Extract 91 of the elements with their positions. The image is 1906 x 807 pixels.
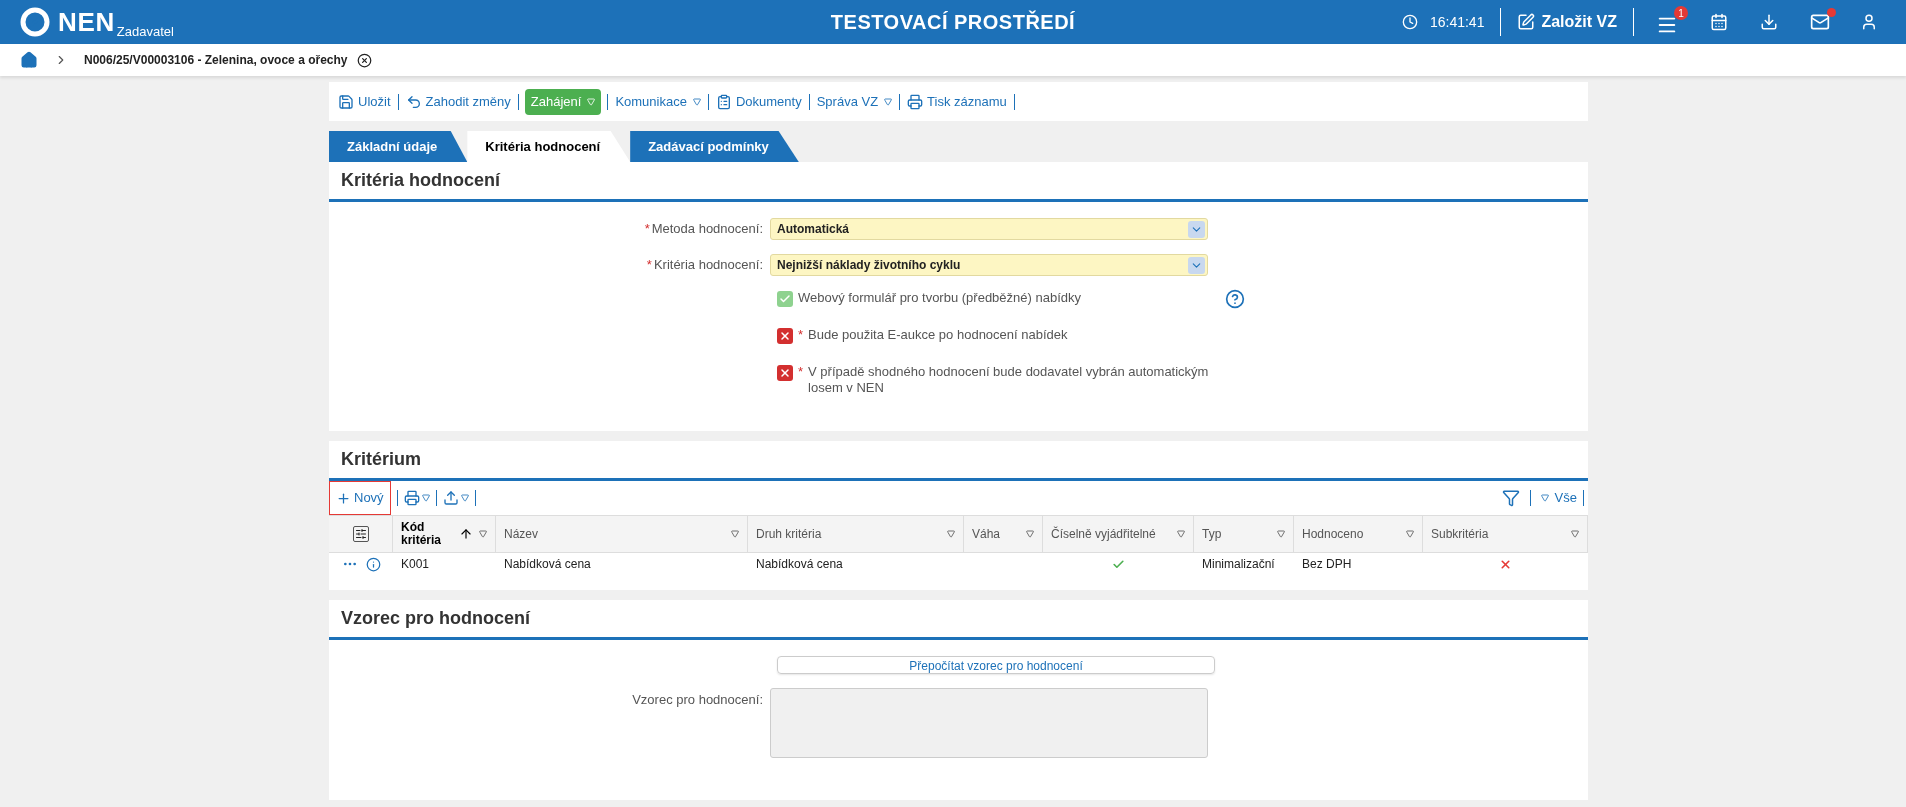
required-mark: * <box>798 327 804 343</box>
print-menu-button[interactable] <box>403 490 430 506</box>
dropdown-caret-icon <box>692 97 701 106</box>
table-cell-text: Nabídková cena <box>755 556 844 573</box>
toolbar-item-icon <box>405 93 422 110</box>
tab[interactable]: Kritéria hodnocení <box>467 131 631 162</box>
edit-icon <box>1517 13 1536 31</box>
chevron-down-icon <box>1188 220 1205 238</box>
dropdown-caret-icon <box>947 530 955 538</box>
new-button[interactable]: Nový <box>329 481 391 515</box>
plus-icon <box>336 490 351 506</box>
help-icon[interactable] <box>1225 289 1245 309</box>
required-mark: * <box>644 220 650 239</box>
formula-field[interactable] <box>770 687 1208 758</box>
tab[interactable]: Zadávací podmínky <box>630 131 799 162</box>
chevron-down-icon <box>1188 256 1205 274</box>
field-label: Metoda hodnocení: <box>651 220 763 239</box>
filter-icon[interactable] <box>1501 489 1520 507</box>
toolbar-item-icon <box>715 93 732 110</box>
logo-text: NEN <box>58 7 115 37</box>
required-mark: * <box>646 256 652 275</box>
mail-icon <box>1810 12 1830 32</box>
sort-arrow-icon <box>459 527 473 541</box>
toolbar-button[interactable]: Zahájení <box>524 88 602 115</box>
environment-title: TESTOVACÍ PROSTŘEDÍ <box>830 9 1076 35</box>
toolbar-item-icon <box>338 93 354 110</box>
select-value: Nejnižší náklady životního cyklu <box>777 257 961 274</box>
column-header[interactable]: Hodnoceno <box>1294 516 1423 552</box>
column-header[interactable]: Typ <box>1194 516 1294 552</box>
dropdown-caret-icon <box>1026 530 1034 538</box>
filter-all-button[interactable]: Vše <box>1540 488 1577 508</box>
field-label: Kritéria hodnocení: <box>653 256 763 275</box>
column-header[interactable]: Číselně vyjádřitelné <box>1043 516 1194 552</box>
home-icon[interactable] <box>20 51 38 69</box>
dropdown-caret-icon <box>884 97 893 106</box>
close-icon[interactable] <box>357 52 373 68</box>
calendar-icon <box>1710 13 1728 31</box>
breadcrumb-text[interactable]: N006/25/V00003106 - Zelenina, ovoce a ořechy <box>84 51 348 69</box>
recalculate-button[interactable]: Přepočítat vzorec pro hodnocení <box>777 656 1215 674</box>
option-label: V případě shodného hodnocení bude dodavatel vybrán automatickým losem v NEN <box>808 364 1210 396</box>
toolbar-button[interactable]: Dokumenty <box>714 88 803 115</box>
select-field[interactable]: Automatická <box>770 218 1208 240</box>
panel-title: Vzorec pro hodnocení <box>341 607 531 630</box>
column-header[interactable]: Váha <box>964 516 1043 552</box>
select-value: Automatická <box>777 221 850 238</box>
table-cell-text: Nabídková cena <box>503 556 592 573</box>
menu-button[interactable]: 1 <box>1650 6 1688 38</box>
column-header[interactable]: Kód kritéria <box>393 516 496 552</box>
dropdown-caret-icon <box>1177 530 1185 538</box>
toolbar-item-icon <box>907 93 924 110</box>
dropdown-caret-icon <box>460 494 469 502</box>
table-cell-text: Bez DPH <box>1301 556 1353 573</box>
dropdown-caret-icon <box>479 530 487 538</box>
info-icon[interactable] <box>365 556 381 572</box>
logo-ring-icon <box>20 7 50 37</box>
field-label: Vzorec pro hodnocení: <box>632 690 763 709</box>
printer-icon <box>403 490 420 506</box>
select-field[interactable]: Nejnižší náklady životního cyklu <box>770 254 1208 276</box>
required-mark: * <box>798 364 804 380</box>
table-cell-text: Minimalizační <box>1201 556 1276 573</box>
column-header[interactable]: Druh kritéria <box>748 516 964 552</box>
panel-title: Kritérium <box>341 448 421 471</box>
create-button[interactable]: Založit VZ <box>1517 10 1617 34</box>
clock-time: 16:41:41 <box>1429 12 1485 32</box>
dropdown-caret-icon <box>1571 530 1579 538</box>
download-icon <box>1760 13 1778 31</box>
share-icon <box>442 490 459 506</box>
dropdown-caret-icon <box>731 530 739 538</box>
notification-badge: 1 <box>1674 6 1688 20</box>
dropdown-caret-icon <box>1406 530 1414 538</box>
tab[interactable]: Základní údaje <box>329 131 468 162</box>
user-icon <box>1860 13 1878 31</box>
column-header[interactable]: Subkritéria <box>1423 516 1588 552</box>
toolbar-button[interactable]: Uložit <box>337 88 392 115</box>
option-label: Webový formulář pro tvorbu (předběžné) nabídky <box>798 290 1082 306</box>
panel-title: Kritéria hodnocení <box>341 169 501 192</box>
logo-subtitle: Zadavatel <box>116 22 174 41</box>
toolbar-button[interactable]: Komunikace <box>614 88 702 115</box>
dropdown-caret-icon <box>1277 530 1285 538</box>
option-label: Bude použita E-aukce po hodnocení nabídek <box>808 327 1069 343</box>
toolbar-button[interactable]: Zahodit změny <box>404 88 512 115</box>
column-header[interactable]: Název <box>496 516 748 552</box>
table-cell-text: K001 <box>400 556 431 573</box>
clock-icon <box>1401 14 1418 30</box>
dropdown-caret-icon <box>1540 494 1549 502</box>
toolbar-button[interactable]: Tisk záznamu <box>906 88 1008 115</box>
dropdown-caret-icon <box>421 494 430 502</box>
export-menu-button[interactable] <box>442 490 469 506</box>
toolbar-button[interactable]: Správa VZ <box>815 88 894 115</box>
column-settings-icon[interactable] <box>352 526 369 542</box>
dropdown-caret-icon <box>587 97 596 106</box>
